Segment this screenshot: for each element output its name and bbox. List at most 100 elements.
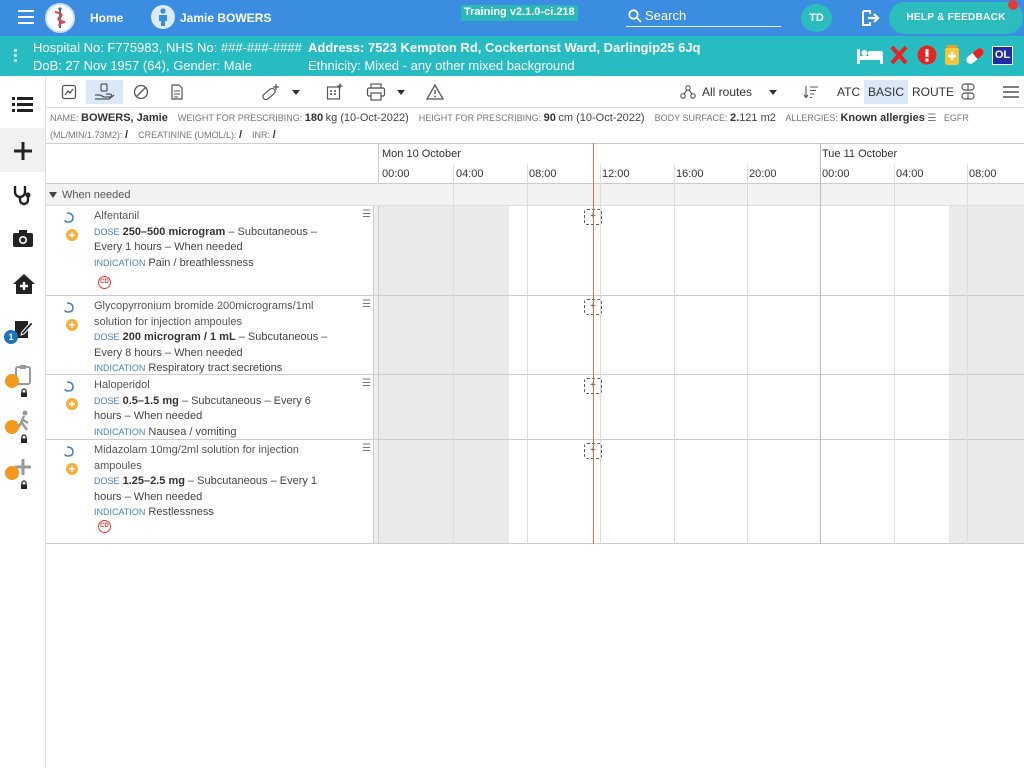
- nav-list-view[interactable]: [0, 83, 45, 127]
- nav-locked-activity[interactable]: [0, 398, 45, 443]
- close-x-icon[interactable]: [890, 45, 908, 70]
- medication-row[interactable]: Glycopyrronium bromide 200micrograms/1ml…: [46, 296, 1024, 375]
- column-divider[interactable]: [373, 440, 379, 543]
- print-button[interactable]: [364, 80, 388, 104]
- more-menu-button[interactable]: [1000, 80, 1022, 104]
- creatinine-value: /: [238, 129, 243, 141]
- add-medication-button[interactable]: [260, 80, 282, 104]
- route-frequency: – Subcutaneous –: [225, 225, 318, 238]
- allergies-menu-icon[interactable]: ☰: [927, 113, 936, 124]
- creatinine-label: CREATININE (UMOL/L):: [138, 130, 237, 140]
- chevron-down-icon[interactable]: [292, 90, 300, 95]
- medication-info[interactable]: Haloperidol DOSE 0.5–1.5 mg – Subcutaneo…: [46, 375, 373, 439]
- demographics-line: NAME: BOWERS, Jamie WEIGHT FOR PRESCRIBI…: [50, 110, 1020, 143]
- row-menu-icon[interactable]: ☰: [362, 378, 371, 389]
- grid-line: [967, 165, 968, 544]
- medication-row[interactable]: Midazolam 10mg/2ml solution for injectio…: [46, 440, 1024, 544]
- indication-value: Nausea / vomiting: [148, 425, 237, 438]
- menu-icon[interactable]: [18, 10, 40, 26]
- medication-info[interactable]: Midazolam 10mg/2ml solution for injectio…: [46, 440, 373, 543]
- caret-down-icon[interactable]: [49, 192, 57, 198]
- allergies-value[interactable]: Known allergies: [840, 112, 924, 124]
- medication-text: Midazolam 10mg/2ml solution for injectio…: [94, 443, 352, 521]
- search-box[interactable]: Search: [626, 5, 781, 27]
- warning-triangle-icon: [426, 84, 444, 100]
- app-logo[interactable]: [45, 3, 75, 33]
- atc-view-tab[interactable]: ATC: [833, 80, 864, 104]
- person-icon: [151, 5, 175, 29]
- home-link[interactable]: Home: [90, 11, 123, 25]
- logout-icon[interactable]: [861, 9, 881, 27]
- nav-tasks[interactable]: 1: [0, 306, 45, 350]
- bed-icon[interactable]: [856, 47, 884, 70]
- more-options-icon[interactable]: [14, 49, 17, 64]
- medication-row[interactable]: Alfentanil DOSE 250–500 microgram – Subc…: [46, 206, 1024, 296]
- row-menu-icon[interactable]: ☰: [362, 209, 371, 220]
- medication-info[interactable]: Glycopyrronium bromide 200micrograms/1ml…: [46, 296, 373, 374]
- environment-badge: Training v2.1.0-ci.218: [461, 5, 578, 21]
- medication-row[interactable]: Haloperidol DOSE 0.5–1.5 mg – Subcutaneo…: [46, 375, 1024, 440]
- future-time-shade: [949, 296, 1024, 374]
- when-needed-section[interactable]: When needed: [46, 184, 1024, 206]
- medication-name: Midazolam 10mg/2ml solution for injectio…: [94, 444, 299, 456]
- grid-line: [527, 165, 528, 544]
- current-time-line: [593, 143, 594, 544]
- route-view-tab[interactable]: ROUTE: [908, 80, 958, 104]
- nav-home-care[interactable]: [0, 261, 45, 305]
- chart-view-button[interactable]: [58, 80, 80, 104]
- nav-locked-clipboard[interactable]: [0, 352, 45, 397]
- medication-info[interactable]: Alfentanil DOSE 250–500 microgram – Subc…: [46, 206, 373, 295]
- ol-badge[interactable]: OL: [992, 46, 1013, 65]
- row-menu-icon[interactable]: ☰: [362, 299, 371, 310]
- administer-button[interactable]: [86, 80, 123, 104]
- help-feedback-button[interactable]: HELP & FEEDBACK: [889, 2, 1023, 34]
- controlled-drug-icon: CD: [98, 276, 111, 289]
- indication-label: INDICATION: [94, 363, 146, 373]
- basic-view-tab[interactable]: BASIC: [864, 80, 909, 104]
- route-frequency: hours – When needed: [94, 410, 203, 422]
- inr-label: INR:: [252, 130, 271, 140]
- hour-label: 00:00: [822, 168, 850, 180]
- pill-icon[interactable]: [964, 46, 986, 71]
- column-divider[interactable]: [373, 375, 379, 439]
- nav-locked-add[interactable]: [0, 444, 45, 489]
- warnings-button[interactable]: [424, 80, 446, 104]
- medication-name: solution for injection ampoules: [94, 315, 242, 328]
- menu-icon: [1003, 86, 1019, 98]
- past-time-shade: [379, 206, 509, 295]
- allergy-alert-icon[interactable]: [917, 45, 937, 70]
- notification-dot: [1008, 0, 1018, 10]
- add-medication-icon: [262, 84, 279, 101]
- day-divider-line: [820, 143, 821, 544]
- routes-filter[interactable]: All routes: [702, 85, 752, 99]
- nav-clinical[interactable]: [0, 172, 45, 216]
- row-menu-icon[interactable]: ☰: [362, 443, 371, 454]
- future-time-shade: [949, 440, 1024, 543]
- printer-icon: [366, 83, 386, 101]
- chart-header-left: [46, 143, 379, 184]
- section-title: When needed: [62, 189, 131, 201]
- chevron-down-icon[interactable]: [769, 90, 777, 95]
- calendar-add-button[interactable]: [324, 80, 346, 104]
- pill-group-button[interactable]: [956, 80, 980, 104]
- future-time-shade: [949, 206, 1024, 295]
- day-label: Mon 10 October: [382, 148, 461, 160]
- search-label: Search: [645, 8, 687, 23]
- pill-view-button[interactable]: [130, 80, 152, 104]
- patient-name: BOWERS, Jamie: [81, 112, 168, 124]
- chevron-down-icon[interactable]: [397, 90, 405, 95]
- document-button[interactable]: [166, 80, 188, 104]
- route-frequency: Every 8 hours – When needed: [94, 346, 243, 359]
- sort-button[interactable]: [800, 80, 822, 104]
- column-divider[interactable]: [373, 296, 379, 374]
- nav-camera[interactable]: [0, 216, 45, 260]
- medication-bottle-icon[interactable]: [944, 45, 960, 70]
- route-frequency: – Subcutaneous – Every 1: [184, 475, 318, 487]
- patient-name-link[interactable]: Jamie BOWERS: [180, 11, 271, 25]
- syringe-route-icon: [64, 302, 78, 331]
- medication-text: Glycopyrronium bromide 200micrograms/1ml…: [94, 299, 352, 377]
- column-divider[interactable]: [373, 206, 379, 295]
- medication-name: Glycopyrronium bromide 200micrograms/1ml: [94, 300, 314, 312]
- user-avatar[interactable]: TD: [801, 4, 832, 32]
- nav-add-prescription[interactable]: [0, 128, 45, 172]
